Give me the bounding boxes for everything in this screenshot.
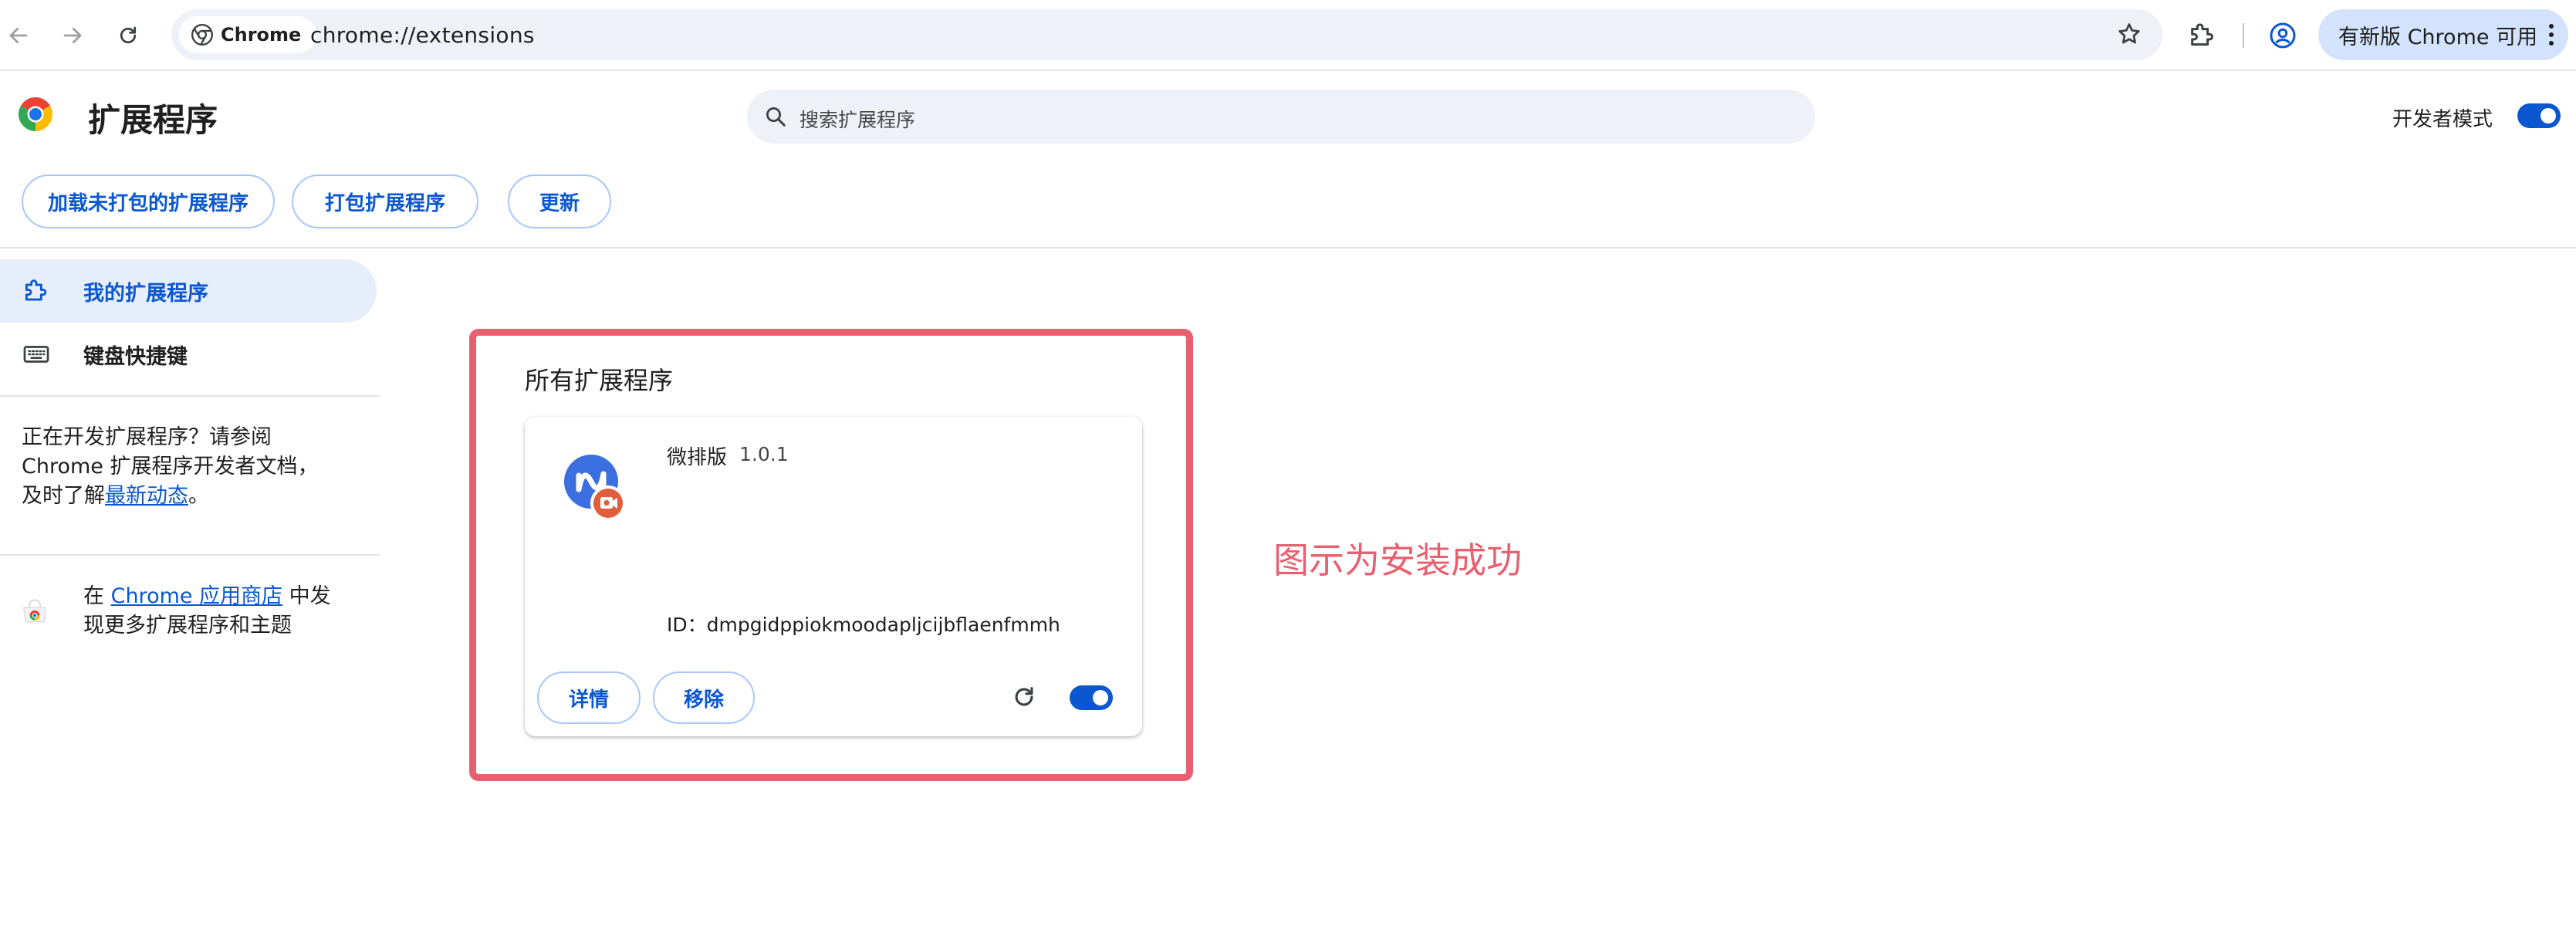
web-store-icon <box>22 599 48 625</box>
arrow-left-icon <box>9 27 28 44</box>
toggle-knob <box>2541 108 2556 123</box>
search-icon <box>766 107 786 127</box>
arrow-right-icon <box>63 27 82 44</box>
search-extensions-input[interactable]: 搜索扩展程序 <box>747 90 1815 144</box>
chrome-web-store-link[interactable]: Chrome 应用商店 <box>111 584 283 608</box>
extension-card: 微排版 1.0.1 ID：dmpgidppiokmoodapljcijbflae… <box>525 417 1142 736</box>
url-text[interactable]: chrome://extensions <box>310 22 535 48</box>
update-extensions-button[interactable]: 更新 <box>508 174 611 228</box>
reload-extension-button[interactable] <box>1011 684 1037 710</box>
developer-mode-label: 开发者模式 <box>2392 108 2493 131</box>
chrome-logo-icon <box>17 96 54 133</box>
extensions-button[interactable] <box>2187 20 2218 51</box>
store-note-prefix: 在 <box>83 584 111 608</box>
keyboard-icon <box>23 346 49 363</box>
browser-toolbar: Chrome chrome://extensions 有新版 Chrome 可用 <box>0 0 2576 71</box>
extension-enabled-toggle[interactable] <box>1070 685 1113 710</box>
puzzle-icon <box>25 279 47 301</box>
sidebar-divider <box>0 395 380 397</box>
kebab-menu-icon <box>2548 22 2554 47</box>
update-available-button[interactable]: 有新版 Chrome 可用 <box>2318 9 2568 60</box>
search-placeholder: 搜索扩展程序 <box>800 109 916 131</box>
remove-button[interactable]: 移除 <box>653 671 755 724</box>
sidebar-item-keyboard-shortcuts[interactable]: 键盘快捷键 <box>0 323 377 384</box>
extension-id: ID：dmpgidppiokmoodapljcijbflaenfmmh <box>667 614 1060 636</box>
update-available-label: 有新版 Chrome 可用 <box>2338 25 2538 49</box>
sidebar-item-label: 我的扩展程序 <box>83 282 208 306</box>
installation-success-annotation: 图示为安装成功 <box>1273 540 1522 581</box>
page-title: 扩展程序 <box>88 101 218 139</box>
back-button[interactable] <box>2 19 35 52</box>
reload-button[interactable] <box>111 19 145 52</box>
sidebar-divider <box>0 554 380 556</box>
chrome-logo-icon <box>191 24 213 46</box>
profile-button[interactable] <box>2269 22 2297 49</box>
star-icon <box>2118 23 2140 44</box>
toggle-knob <box>1093 690 1108 705</box>
extension-icon <box>563 449 627 522</box>
dev-note-suffix: 。 <box>188 484 209 508</box>
puzzle-icon <box>2191 23 2213 46</box>
account-circle-icon <box>2270 22 2296 49</box>
sidebar-item-my-extensions[interactable]: 我的扩展程序 <box>0 259 377 323</box>
extension-name: 微排版 <box>667 446 728 469</box>
forward-button[interactable] <box>56 19 90 52</box>
pack-extension-button[interactable]: 打包扩展程序 <box>292 174 478 228</box>
developer-docs-note: 正在开发扩展程序？请参阅 Chrome 扩展程序开发者文档，及时了解最新动态。 <box>22 423 330 511</box>
sidebar-item-label: 键盘快捷键 <box>83 345 188 369</box>
site-info-chip[interactable]: Chrome <box>179 16 317 53</box>
extension-version: 1.0.1 <box>739 443 789 465</box>
toolbar-divider <box>2243 23 2244 48</box>
address-bar[interactable]: Chrome chrome://extensions <box>171 9 2162 60</box>
details-button[interactable]: 详情 <box>537 671 641 724</box>
web-store-note: 在 Chrome 应用商店 中发现更多扩展程序和主题 <box>83 582 346 641</box>
all-extensions-heading: 所有扩展程序 <box>525 366 674 395</box>
bookmark-star-button[interactable] <box>2116 21 2142 47</box>
header-divider <box>0 247 2576 249</box>
reload-icon <box>1015 687 1033 706</box>
latest-news-link[interactable]: 最新动态 <box>105 484 188 508</box>
developer-mode-toggle[interactable] <box>2517 103 2561 128</box>
reload-icon <box>120 26 137 44</box>
site-chip-label: Chrome <box>221 24 302 46</box>
load-unpacked-button[interactable]: 加载未打包的扩展程序 <box>22 174 275 228</box>
